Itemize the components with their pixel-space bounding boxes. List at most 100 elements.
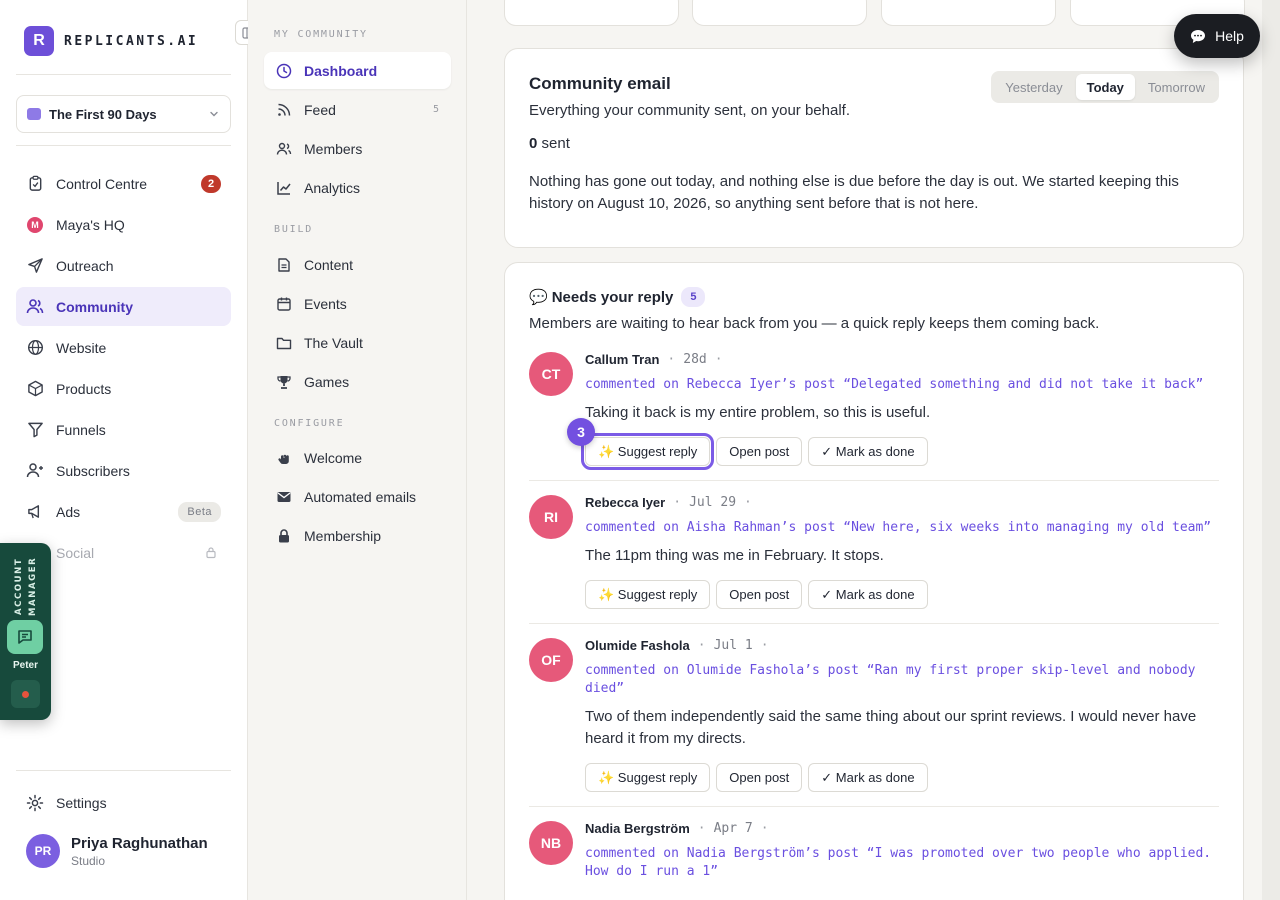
tab-today[interactable]: Today bbox=[1075, 74, 1135, 100]
subnav-item-members[interactable]: Members bbox=[264, 130, 451, 167]
calendar-icon bbox=[277, 297, 291, 311]
needs-reply-card: 💬 Needs your reply 5 Members are waiting… bbox=[504, 262, 1244, 900]
account-manager-widget[interactable]: ACCOUNT MANAGER Peter bbox=[0, 543, 51, 720]
sidebar-item-label: Social bbox=[56, 544, 95, 561]
sidebar-item-label: Community bbox=[56, 298, 133, 315]
avatar: OF bbox=[529, 638, 573, 682]
notification-badge: 2 bbox=[201, 174, 221, 193]
user-name: Priya Raghunathan bbox=[71, 834, 208, 852]
reply-meta: Olumide Fashola · Jul 1 · bbox=[585, 638, 769, 653]
sent-summary: 0 sent bbox=[529, 135, 1219, 152]
sidebar-item-products[interactable]: Products bbox=[16, 369, 231, 408]
comment-context-link[interactable]: commented on Nadia Bergström’s post “I w… bbox=[585, 845, 1219, 881]
comment-text: Taking it back is my entire problem, so … bbox=[585, 404, 931, 421]
community-email-card: Community email Everything your communit… bbox=[504, 48, 1244, 248]
subnav-item-dashboard[interactable]: Dashboard bbox=[264, 52, 451, 89]
sidebar-item-funnels[interactable]: Funnels bbox=[16, 410, 231, 449]
needs-reply-subtitle: Members are waiting to hear back from yo… bbox=[529, 315, 1100, 332]
sidebar-item-subscribers[interactable]: Subscribers bbox=[16, 451, 231, 490]
member-name[interactable]: Rebecca Iyer bbox=[585, 495, 665, 510]
sidebar-item-ads[interactable]: Ads Beta bbox=[16, 492, 231, 531]
clipboard-icon bbox=[26, 175, 44, 193]
workspace-name: The First 90 Days bbox=[49, 106, 157, 122]
sidebar-item-outreach[interactable]: Outreach bbox=[16, 246, 231, 285]
subnav-item-the-vault[interactable]: The Vault bbox=[264, 324, 451, 361]
sent-count: 0 bbox=[529, 135, 538, 152]
subnav-item-events[interactable]: Events bbox=[264, 285, 451, 322]
subnav-item-label: Welcome bbox=[304, 449, 363, 466]
workspace-switcher[interactable]: The First 90 Days bbox=[16, 95, 231, 133]
subnav-item-feed[interactable]: Feed 5 bbox=[264, 91, 451, 128]
suggest-reply-button[interactable]: ✨ Suggest reply bbox=[585, 580, 711, 609]
comment-context-link[interactable]: commented on Rebecca Iyer’s post “Delega… bbox=[585, 376, 1219, 394]
sidebar-item-website[interactable]: Website bbox=[16, 328, 231, 367]
sidebar-item-label: Outreach bbox=[56, 257, 114, 274]
subnav-item-label: Members bbox=[304, 140, 363, 157]
help-button[interactable]: Help bbox=[1174, 14, 1260, 58]
brand-name: REPLICANTS.AI bbox=[64, 33, 199, 49]
sent-label: sent bbox=[541, 135, 570, 152]
maya-logo-icon: M bbox=[26, 216, 44, 234]
suggest-reply-button[interactable]: ✨ Suggest reply bbox=[585, 763, 711, 792]
user-profile[interactable]: PR Priya Raghunathan Studio bbox=[26, 834, 208, 868]
settings-label: Settings bbox=[56, 795, 107, 811]
content-icon bbox=[278, 257, 290, 272]
avatar: NB bbox=[529, 821, 573, 865]
sidebar-item-label: Products bbox=[56, 380, 112, 397]
member-name[interactable]: Callum Tran bbox=[585, 352, 659, 367]
subnav-section-title: BUILD bbox=[274, 224, 314, 235]
subnav-item-analytics[interactable]: Analytics bbox=[264, 169, 451, 206]
status-indicator[interactable] bbox=[11, 680, 40, 708]
subnav-item-label: Analytics bbox=[304, 179, 361, 196]
subnav-item-automated-emails[interactable]: Automated emails bbox=[264, 478, 451, 515]
subnav-item-content[interactable]: Content bbox=[264, 246, 451, 283]
open-post-button[interactable]: Open post bbox=[716, 580, 803, 609]
subnav-item-games[interactable]: Games bbox=[264, 363, 451, 400]
tab-tomorrow[interactable]: Tomorrow bbox=[1137, 74, 1216, 100]
sidebar-item-control-centre[interactable]: Control Centre 2 bbox=[16, 164, 231, 203]
chat-button[interactable] bbox=[7, 620, 43, 654]
suggest-reply-button[interactable]: ✨ Suggest reply bbox=[580, 433, 715, 470]
globe-icon bbox=[26, 339, 44, 357]
reply-date: 28d bbox=[683, 352, 707, 367]
community-email-subtitle: Everything your community sent, on your … bbox=[529, 102, 850, 119]
mail-icon bbox=[277, 491, 291, 502]
comment-text: Two of them independently said the same … bbox=[585, 708, 1197, 747]
lock-icon bbox=[206, 547, 216, 559]
subnav-item-welcome[interactable]: Welcome bbox=[264, 439, 451, 476]
open-post-button[interactable]: Open post bbox=[716, 437, 803, 466]
divider bbox=[16, 145, 231, 146]
sidebar-item-mayas-hq[interactable]: M Maya's HQ bbox=[16, 205, 231, 244]
box-icon bbox=[26, 380, 44, 398]
sidebar-item-community[interactable]: Community bbox=[16, 287, 231, 326]
account-manager-label: ACCOUNT MANAGER bbox=[14, 556, 38, 616]
chevron-down-icon bbox=[210, 111, 218, 117]
member-name[interactable]: Nadia Bergström bbox=[585, 821, 690, 836]
sidebar-item-label: Subscribers bbox=[56, 462, 130, 479]
comment-context-link[interactable]: commented on Aisha Rahman’s post “New he… bbox=[585, 519, 1219, 537]
subnav-item-membership[interactable]: Membership bbox=[264, 517, 451, 554]
mark-as-done-button[interactable]: ✓ Mark as done bbox=[808, 437, 928, 466]
tab-yesterday[interactable]: Yesterday bbox=[994, 74, 1073, 100]
settings-link[interactable]: Settings bbox=[26, 794, 107, 812]
speech-bubble-icon: 💬 bbox=[529, 289, 548, 306]
mark-as-done-button[interactable]: ✓ Mark as done bbox=[808, 763, 928, 792]
help-label: Help bbox=[1215, 28, 1244, 44]
reply-actions: ✨ Suggest reply Open post ✓ Mark as done… bbox=[567, 418, 1219, 470]
comment-context-link[interactable]: commented on Olumide Fashola’s post “Ran… bbox=[585, 662, 1219, 698]
scroll-gutter bbox=[1262, 0, 1280, 900]
trophy-icon bbox=[277, 375, 291, 389]
maya-logo-letter: M bbox=[27, 216, 43, 233]
mark-as-done-button[interactable]: ✓ Mark as done bbox=[808, 580, 928, 609]
member-name[interactable]: Olumide Fashola bbox=[585, 638, 690, 653]
needs-reply-count: 5 bbox=[681, 287, 706, 307]
subnav-item-label: The Vault bbox=[304, 334, 363, 351]
primary-nav: Control Centre 2 M Maya's HQ Outreach Co… bbox=[16, 164, 231, 574]
reply-date: Jul 1 bbox=[713, 638, 753, 653]
avatar: CT bbox=[529, 352, 573, 396]
stat-card bbox=[692, 0, 867, 26]
chat-icon bbox=[18, 630, 32, 644]
open-post-button[interactable]: Open post bbox=[716, 763, 803, 792]
reply-item: OF Olumide Fashola · Jul 1 · commented o… bbox=[529, 624, 1219, 807]
brand[interactable]: R REPLICANTS.AI bbox=[24, 26, 198, 56]
